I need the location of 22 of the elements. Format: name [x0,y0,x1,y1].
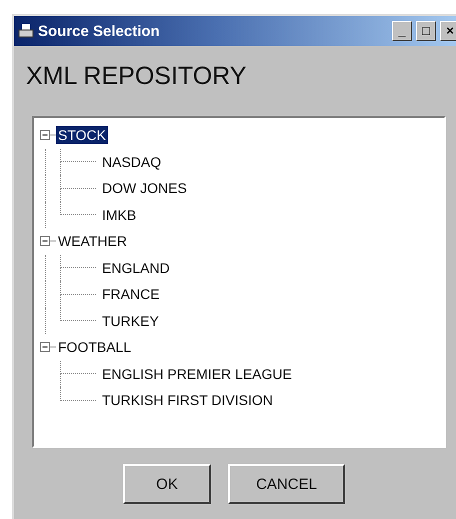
window-control-button[interactable]: _ [392,21,412,41]
collapse-icon[interactable] [40,342,56,352]
tree-item[interactable]: ENGLISH PREMIER LEAGUE [100,364,294,383]
window-control-button[interactable]: × [440,21,456,41]
tree-item[interactable]: NASDAQ [100,152,164,171]
window-title: Source Selection [38,22,161,40]
tree-item[interactable]: WEATHER [56,232,129,250]
collapse-icon[interactable] [40,236,56,246]
collapse-icon[interactable] [40,130,56,140]
tree-item[interactable]: DOW JONES [100,179,189,198]
ok-button[interactable]: OK [123,464,211,504]
tree-item[interactable]: TURKISH FIRST DIVISION [100,391,275,410]
tree-item[interactable]: TURKEY [100,312,161,330]
tree-item[interactable]: ENGLAND [100,258,172,277]
window-control-button[interactable]: □ [416,21,436,41]
heading: XML REPOSITORY [25,61,248,92]
tree-item[interactable]: FOOTBALL [56,338,134,356]
tree-item[interactable]: FRANCE [100,285,162,304]
tree-item[interactable]: STOCK [56,126,108,144]
cancel-button[interactable]: CANCEL [228,464,345,504]
printer-icon [18,23,34,39]
tree-item[interactable]: IMKB [100,206,138,224]
